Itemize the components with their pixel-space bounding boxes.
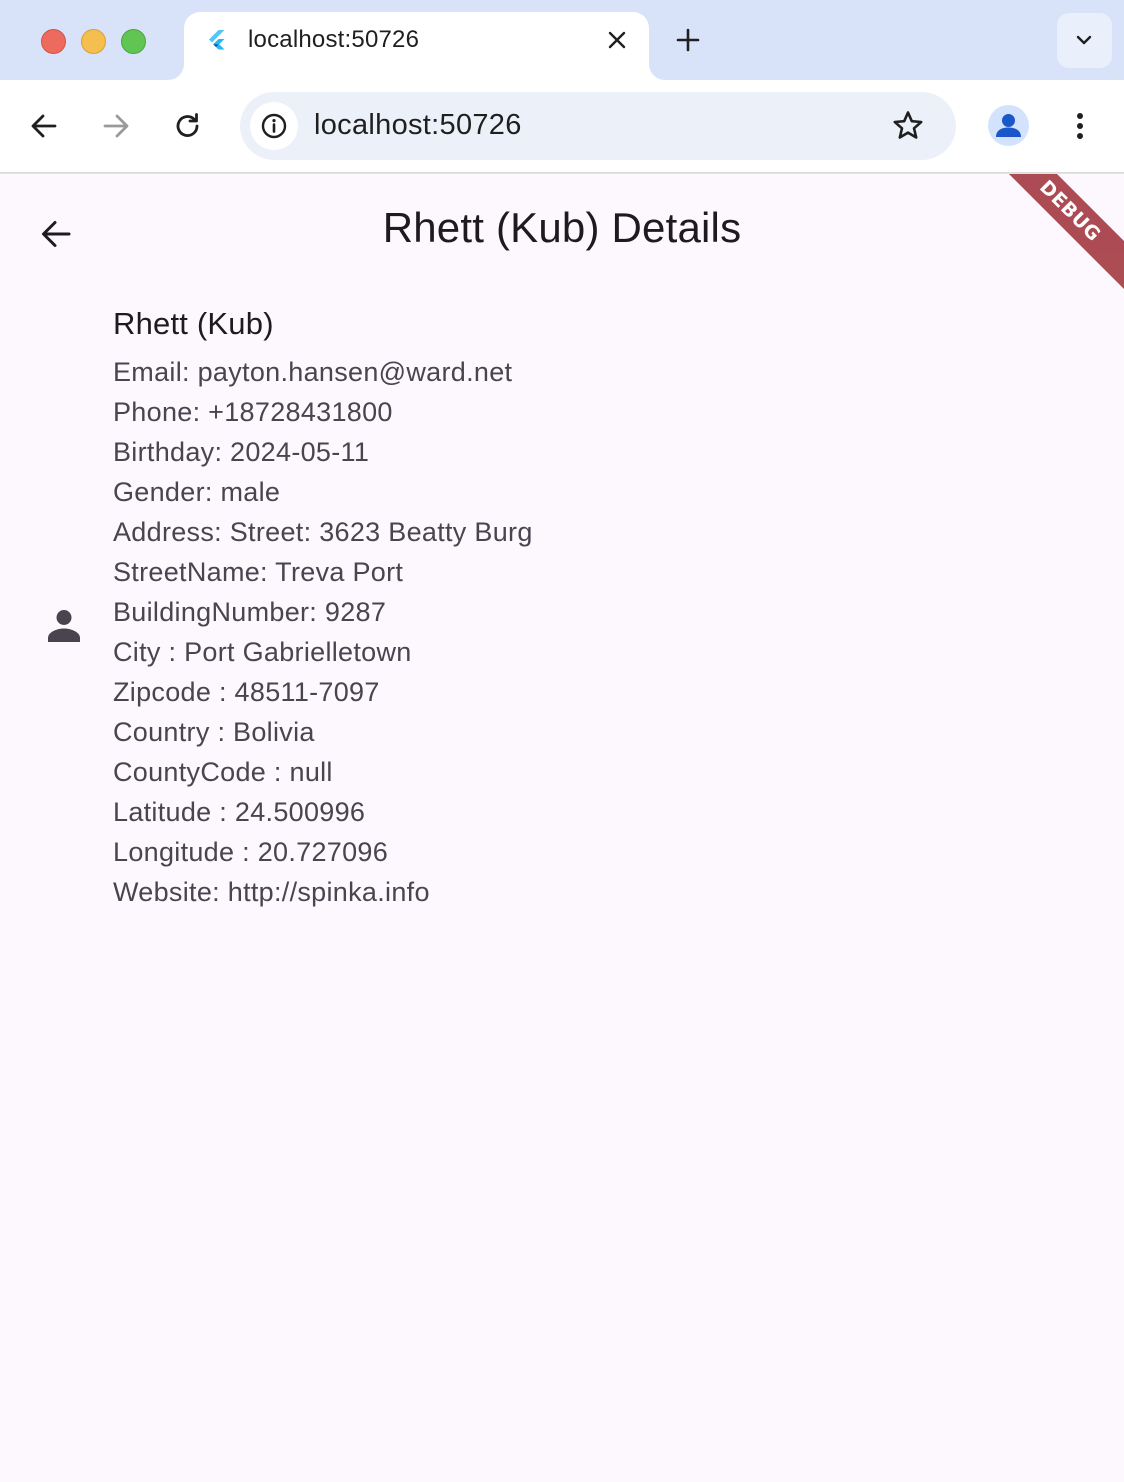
street-name-line: StreetName: Treva Port xyxy=(113,557,404,587)
city-line: City : Port Gabrielletown xyxy=(113,637,412,667)
phone-line: Phone: +18728431800 xyxy=(113,397,393,427)
url-text[interactable]: localhost:50726 xyxy=(314,109,522,142)
website-line: Website: http://spinka.info xyxy=(113,877,430,907)
window-maximize-button[interactable] xyxy=(121,29,146,54)
app-viewport: Rhett (Kub) Details DEBUG Rhett (Kub) Em… xyxy=(0,174,1124,1482)
person-icon xyxy=(48,610,80,642)
zipcode-line: Zipcode : 48511-7097 xyxy=(113,677,380,707)
contact-name: Rhett (Kub) xyxy=(113,306,274,341)
county-code-line: CountyCode : null xyxy=(113,757,333,787)
info-icon xyxy=(261,113,287,139)
browser-tab-active[interactable]: localhost:50726 xyxy=(184,12,649,80)
profile-button[interactable] xyxy=(988,105,1029,146)
tab-strip: localhost:50726 xyxy=(0,0,1124,80)
longitude-line: Longitude : 20.727096 xyxy=(113,837,389,867)
star-icon[interactable] xyxy=(890,108,926,144)
tab-title: localhost:50726 xyxy=(248,26,420,53)
person-icon xyxy=(996,114,1021,137)
address-bar[interactable]: localhost:50726 xyxy=(240,92,956,160)
window-close-button[interactable] xyxy=(41,29,66,54)
kebab-icon[interactable] xyxy=(1062,108,1098,144)
plus-icon[interactable] xyxy=(672,24,704,56)
browser-toolbar: localhost:50726 xyxy=(0,80,1124,173)
email-line: Email: payton.hansen@ward.net xyxy=(113,357,513,387)
country-line: Country : Bolivia xyxy=(113,717,315,747)
building-number-line: BuildingNumber: 9287 xyxy=(113,597,387,627)
window-minimize-button[interactable] xyxy=(81,29,106,54)
latitude-line: Latitude : 24.500996 xyxy=(113,797,366,827)
chevron-down-icon xyxy=(1076,35,1092,45)
gender-line: Gender: male xyxy=(113,477,281,507)
arrow-right-icon[interactable] xyxy=(98,108,134,144)
address-street-line: Address: Street: 3623 Beatty Burg xyxy=(113,517,533,547)
contact-detail-list: Email: payton.hansen@ward.net Phone: +18… xyxy=(113,352,533,912)
flutter-icon xyxy=(209,30,225,50)
reload-icon[interactable] xyxy=(170,108,206,144)
site-info-button[interactable] xyxy=(250,102,298,150)
close-icon[interactable] xyxy=(605,28,629,52)
arrow-left-icon[interactable] xyxy=(26,108,62,144)
birthday-line: Birthday: 2024-05-11 xyxy=(113,437,370,467)
app-bar: Rhett (Kub) Details xyxy=(0,174,1124,286)
tab-search-button[interactable] xyxy=(1057,13,1112,68)
page-title: Rhett (Kub) Details xyxy=(382,204,742,251)
